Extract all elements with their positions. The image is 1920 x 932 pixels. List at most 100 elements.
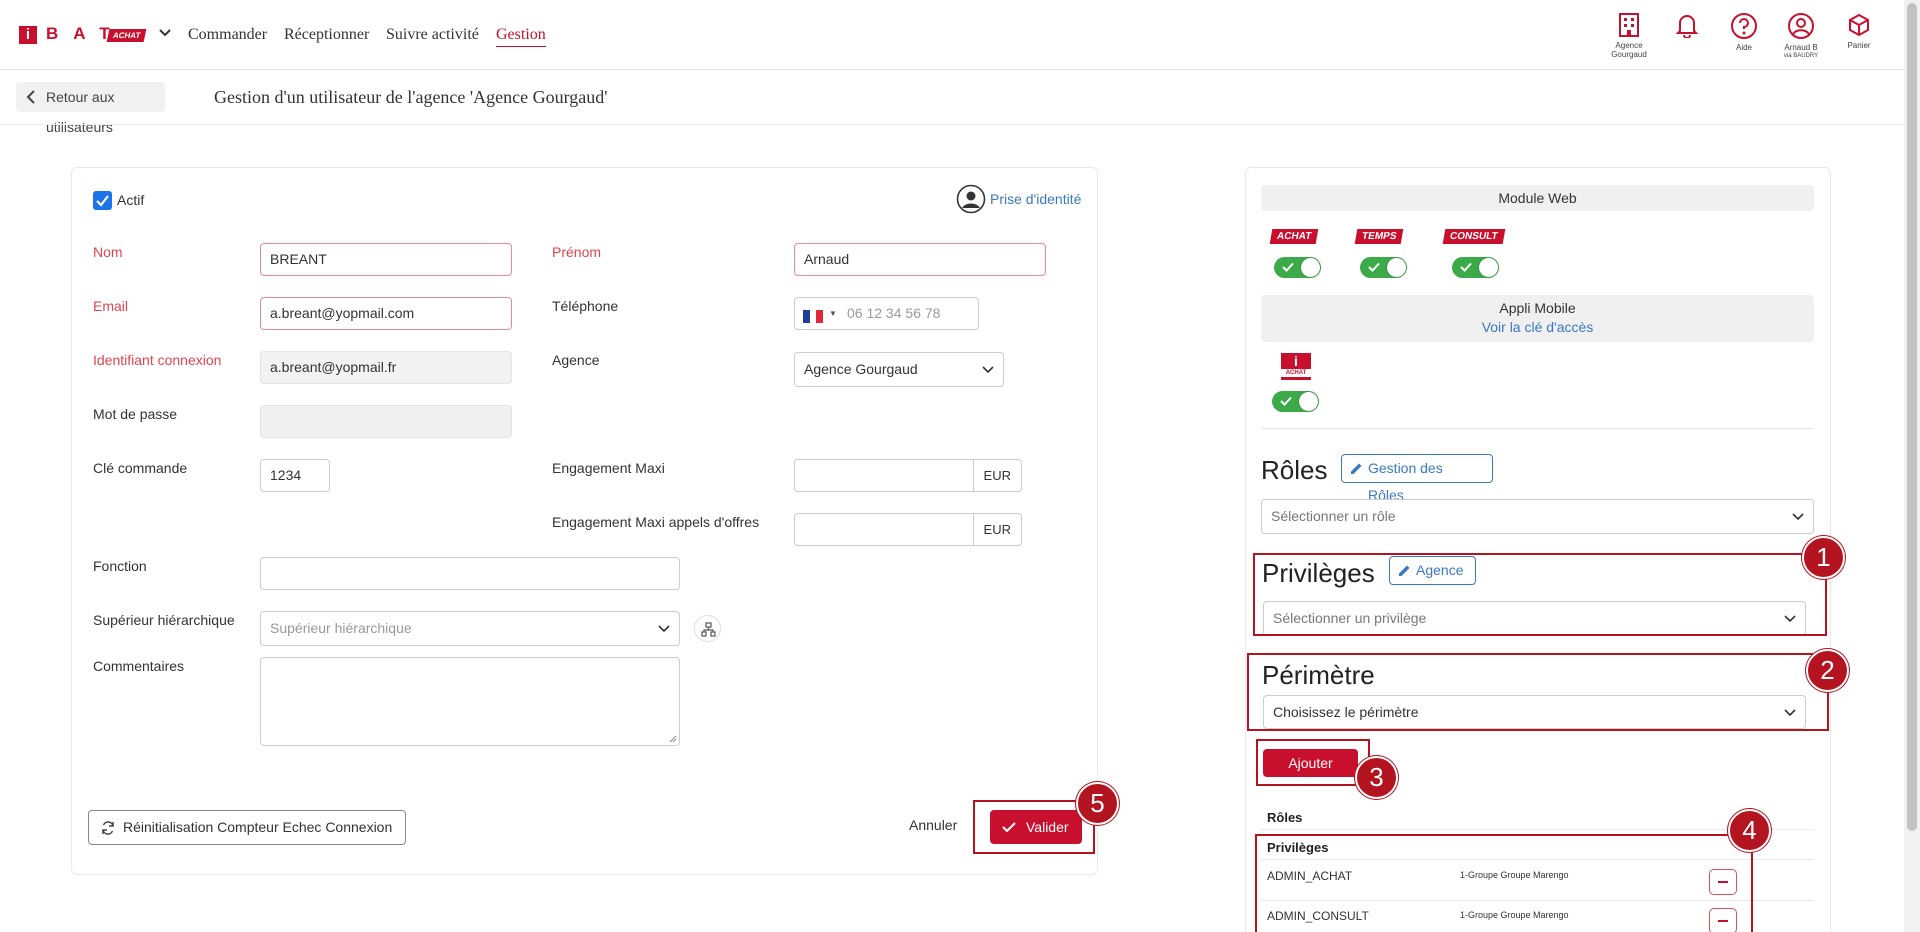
agency-line2: Gourgaud bbox=[1611, 50, 1647, 59]
cle-label: Clé commande bbox=[93, 460, 188, 476]
chevron-down-icon bbox=[982, 366, 994, 374]
agence-select[interactable]: Agence Gourgaud bbox=[794, 352, 1004, 387]
agency-line1: Agence bbox=[1615, 41, 1643, 50]
hierarchy-icon bbox=[701, 622, 716, 637]
pencil-icon bbox=[1351, 463, 1362, 474]
manage-roles-button[interactable]: Gestion des Rôles bbox=[1341, 454, 1493, 503]
active-checkbox[interactable] bbox=[93, 191, 112, 210]
user-line2: via BAUDRY bbox=[1783, 53, 1819, 59]
role-placeholder: Sélectionner un rôle bbox=[1271, 508, 1396, 524]
checkmark-icon bbox=[96, 195, 109, 207]
back-to-users-button[interactable]: Retour aux utilisateurs bbox=[16, 82, 165, 135]
phone-placeholder: 06 12 34 56 78 bbox=[847, 305, 941, 321]
mobile-logo-sub: ACHAT bbox=[1281, 369, 1311, 377]
check-icon bbox=[1280, 396, 1292, 406]
user-icon bbox=[1788, 13, 1814, 39]
hierarchy-button[interactable] bbox=[694, 615, 721, 642]
divider bbox=[1261, 428, 1814, 429]
check-icon bbox=[1368, 262, 1380, 272]
flag-fr-icon[interactable] bbox=[803, 310, 823, 323]
email-label: Email bbox=[93, 298, 129, 314]
cart-icon bbox=[1849, 13, 1869, 37]
cart-button[interactable]: Panier bbox=[1829, 12, 1889, 50]
toggle-mobile[interactable] bbox=[1272, 391, 1319, 412]
cle-input[interactable]: 1234 bbox=[260, 459, 330, 492]
page-scrollbar[interactable] bbox=[1904, 0, 1920, 932]
engagement-ao-input[interactable]: EUR bbox=[794, 513, 1022, 546]
reset-counter-button[interactable]: Réinitialisation Compteur Echec Connexio… bbox=[88, 810, 406, 845]
annotation-box-3 bbox=[1256, 739, 1370, 786]
password-input[interactable] bbox=[260, 405, 512, 438]
toggle-consult[interactable] bbox=[1452, 257, 1499, 278]
engagement-input[interactable]: EUR bbox=[794, 459, 1022, 492]
nav-commander[interactable]: Commander bbox=[188, 26, 267, 44]
annotation-badge-3: 3 bbox=[1355, 756, 1398, 799]
module-tag-temps: TEMPS bbox=[1354, 229, 1404, 244]
agence-value: Agence Gourgaud bbox=[804, 361, 918, 377]
superieur-select[interactable]: Supérieur hiérarchique bbox=[260, 611, 680, 646]
superieur-label: Supérieur hiérarchique bbox=[93, 612, 235, 628]
engagement-unit: EUR bbox=[972, 460, 1021, 491]
back-label: Retour aux utilisateurs bbox=[46, 89, 115, 135]
phone-input[interactable]: ▼ 06 12 34 56 78 bbox=[794, 297, 979, 330]
roles-table-header: Rôles bbox=[1267, 810, 1303, 825]
annotation-badge-2: 2 bbox=[1806, 649, 1849, 692]
module-tag-achat: ACHAT bbox=[1269, 229, 1319, 244]
user-menu[interactable]: Arnaud B via BAUDRY bbox=[1771, 12, 1831, 61]
logo-mark[interactable]: i bbox=[19, 26, 37, 44]
agency-selector[interactable]: Agence Gourgaud bbox=[1599, 12, 1659, 59]
help-icon bbox=[1731, 13, 1757, 39]
user-line1: Arnaud B bbox=[1784, 43, 1818, 52]
cart-label: Panier bbox=[1847, 41, 1871, 50]
active-label: Actif bbox=[117, 192, 145, 208]
annotation-box-2 bbox=[1247, 653, 1829, 731]
scrollbar-thumb[interactable] bbox=[1907, 3, 1917, 831]
top-navigation-bar: i BAT ACHAT Commander Réceptionner Suivr… bbox=[0, 0, 1904, 70]
commentaires-textarea[interactable] bbox=[260, 657, 680, 746]
nav-gestion[interactable]: Gestion bbox=[496, 26, 546, 47]
annotation-box-4 bbox=[1255, 834, 1753, 932]
password-label: Mot de passe bbox=[93, 406, 178, 422]
login-input[interactable]: a.breant@yopmail.fr bbox=[260, 351, 512, 384]
mobile-app-logo: i ACHAT bbox=[1281, 353, 1311, 380]
refresh-icon bbox=[102, 821, 114, 835]
impersonate-label: Prise d'identité bbox=[990, 191, 1082, 207]
roles-title: Rôles bbox=[1261, 455, 1328, 485]
chevron-down-icon[interactable] bbox=[158, 26, 172, 40]
email-input[interactable]: a.breant@yopmail.com bbox=[260, 297, 512, 330]
nom-input[interactable]: BREANT bbox=[260, 243, 512, 276]
fonction-input[interactable] bbox=[260, 557, 680, 590]
notifications-button[interactable] bbox=[1657, 12, 1717, 41]
chevron-down-icon bbox=[658, 625, 670, 633]
nom-label: Nom bbox=[93, 244, 123, 260]
resize-handle-icon[interactable] bbox=[669, 735, 677, 743]
nav-suivre-activite[interactable]: Suivre activité bbox=[386, 26, 479, 44]
divider bbox=[0, 124, 1904, 125]
cancel-button[interactable]: Annuler bbox=[909, 817, 957, 833]
toggle-achat[interactable] bbox=[1274, 257, 1321, 278]
mobile-logo-letter: i bbox=[1294, 353, 1298, 369]
superieur-placeholder: Supérieur hiérarchique bbox=[270, 620, 412, 636]
nav-receptionner[interactable]: Réceptionner bbox=[284, 26, 369, 44]
toggle-temps[interactable] bbox=[1360, 257, 1407, 278]
reset-label: Réinitialisation Compteur Echec Connexio… bbox=[123, 819, 393, 835]
fonction-label: Fonction bbox=[93, 558, 147, 574]
annotation-box-1 bbox=[1253, 553, 1827, 636]
login-label: Identifiant connexion bbox=[93, 352, 222, 368]
role-select[interactable]: Sélectionner un rôle bbox=[1261, 499, 1814, 534]
engagement-ao-unit: EUR bbox=[972, 514, 1021, 545]
mobile-key-link[interactable]: Voir la clé d'accès bbox=[1261, 318, 1814, 337]
annotation-badge-1: 1 bbox=[1802, 536, 1845, 579]
chevron-left-icon bbox=[26, 90, 35, 104]
page-title: Gestion d'un utilisateur de l'agence 'Ag… bbox=[214, 87, 608, 107]
agence-label: Agence bbox=[552, 352, 600, 368]
caret-down-icon: ▼ bbox=[829, 309, 837, 318]
impersonate-link[interactable]: Prise d'identité bbox=[956, 184, 1081, 214]
prenom-input[interactable]: Arnaud bbox=[794, 243, 1046, 276]
prenom-label: Prénom bbox=[552, 244, 602, 260]
annotation-badge-4: 4 bbox=[1728, 809, 1771, 852]
module-tag-consult: CONSULT bbox=[1442, 229, 1505, 244]
mobile-app-header: Appli Mobile Voir la clé d'accès bbox=[1261, 295, 1814, 342]
help-button[interactable]: Aide bbox=[1714, 12, 1774, 52]
commentaires-label: Commentaires bbox=[93, 658, 185, 674]
